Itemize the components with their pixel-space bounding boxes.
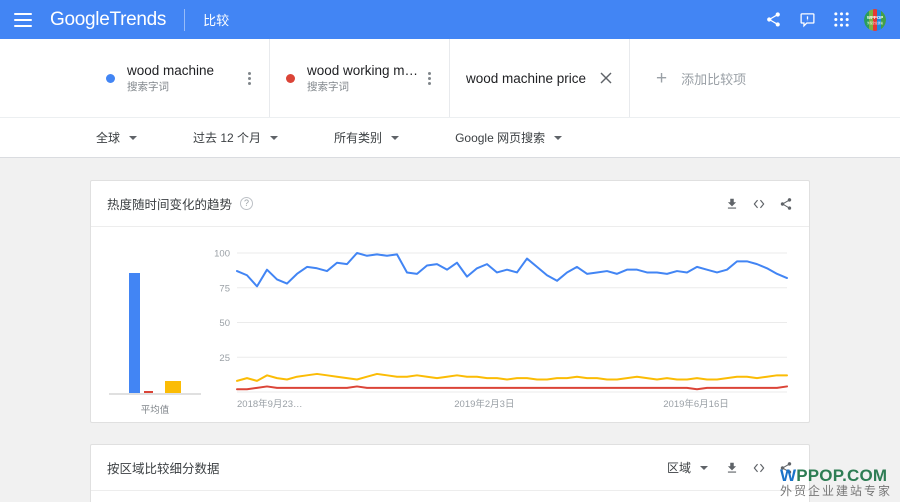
embed-code-icon[interactable]	[752, 461, 766, 475]
average-axis-line	[109, 393, 201, 395]
series-line	[236, 252, 788, 288]
header-divider	[184, 8, 186, 31]
term-color-dot	[286, 73, 295, 83]
term-subtitle: 搜索字词	[307, 80, 349, 93]
filter-bar: 全球 过去 12 个月 所有类别 Google 网页搜索	[0, 118, 900, 158]
term-title: wood machine	[127, 62, 215, 78]
term-title: wood working ma…	[307, 62, 421, 78]
compare-page-title: 比较	[203, 13, 230, 28]
interest-over-time-card: 热度随时间变化的趋势 ? 平均值 25 50 75 100 2018年9月23……	[90, 180, 810, 423]
series-line	[236, 372, 788, 382]
download-icon[interactable]	[725, 461, 739, 475]
app-header: GoogleTrends 比较 WPPOP 外贸企业建站	[0, 0, 900, 39]
plus-icon: +	[656, 67, 668, 89]
svg-text:100: 100	[214, 249, 230, 260]
term-options-menu-icon[interactable]	[241, 71, 257, 85]
chevron-down-icon	[554, 135, 563, 140]
help-icon[interactable]: ?	[240, 197, 254, 210]
filter-time-range-label: 过去 12 个月	[193, 131, 262, 145]
average-bars-plot	[107, 253, 203, 394]
term-card-3[interactable]	[450, 39, 630, 117]
filter-location-label: 全球	[96, 131, 121, 145]
share-icon[interactable]	[756, 3, 790, 37]
filter-category-label: 所有类别	[334, 131, 383, 145]
close-icon[interactable]	[597, 69, 615, 87]
region-breakdown-card: 按区域比较细分数据 区域 wood machinewood working ma…	[90, 444, 810, 502]
add-comparison-label: 添加比较项	[681, 71, 747, 87]
series-line	[236, 385, 788, 391]
apps-grid-icon[interactable]	[824, 3, 858, 37]
feedback-icon[interactable]	[790, 3, 824, 37]
share-icon[interactable]	[779, 461, 793, 475]
region-select[interactable]: 区域	[667, 459, 708, 476]
interest-card-title: 热度随时间变化的趋势	[107, 198, 233, 212]
add-comparison-button[interactable]: + 添加比较项	[630, 39, 900, 117]
term-options-menu-icon[interactable]	[421, 71, 437, 85]
average-caption: 平均值	[140, 405, 170, 416]
region-legend-row: wood machinewood working machinewood mac…	[91, 491, 809, 502]
brand-trends-text: Trends	[109, 8, 167, 30]
search-term-input[interactable]	[466, 70, 597, 86]
svg-text:25: 25	[219, 353, 230, 364]
brand-logo[interactable]: GoogleTrends	[50, 9, 166, 31]
term-card-2[interactable]: wood working ma… 搜索字词	[270, 39, 450, 117]
region-card-header: 按区域比较细分数据 区域	[91, 445, 809, 491]
filter-location[interactable]: 全球	[96, 129, 138, 146]
filter-time-range[interactable]: 过去 12 个月	[193, 129, 279, 146]
filter-search-type-label: Google 网页搜索	[455, 131, 546, 145]
share-icon[interactable]	[779, 197, 793, 211]
interest-card-header: 热度随时间变化的趋势 ?	[91, 181, 809, 227]
timeseries-plot: 25 50 75 100 2018年9月23… 2019年2月3日 2019年6月16日	[203, 245, 793, 422]
region-card-title: 按区域比较细分数据	[107, 462, 220, 476]
filter-search-type[interactable]: Google 网页搜索	[455, 129, 563, 146]
avatar[interactable]: WPPOP 外贸企业建站	[864, 8, 886, 31]
svg-text:2019年6月16日: 2019年6月16日	[663, 398, 728, 410]
main-content: 热度随时间变化的趋势 ? 平均值 25 50 75 100 2018年9月23……	[0, 158, 900, 502]
term-color-dot	[106, 73, 115, 83]
chevron-down-icon	[270, 135, 279, 140]
interest-chart: 平均值 25 50 75 100 2018年9月23… 2019年2月3日 2019年6月1…	[91, 227, 809, 422]
download-icon[interactable]	[725, 197, 739, 211]
chevron-down-icon	[129, 135, 138, 140]
svg-text:2019年2月3日: 2019年2月3日	[454, 398, 514, 410]
filter-category[interactable]: 所有类别	[334, 129, 400, 146]
svg-text:2018年9月23…: 2018年9月23…	[237, 398, 302, 410]
brand-google-text: Google	[50, 8, 110, 30]
search-terms-row: wood machine 搜索字词 wood working ma… 搜索字词 …	[0, 39, 900, 118]
embed-code-icon[interactable]	[752, 197, 766, 211]
term-card-1[interactable]: wood machine 搜索字词	[90, 39, 270, 117]
chevron-down-icon	[700, 465, 708, 470]
timeseries-svg: 25 50 75 100 2018年9月23… 2019年2月3日 2019年6月16日	[214, 249, 788, 410]
svg-text:外贸企业建站: 外贸企业建站	[867, 21, 883, 25]
average-bar	[129, 272, 140, 394]
region-select-label: 区域	[666, 461, 691, 475]
svg-text:75: 75	[219, 283, 230, 294]
term-subtitle: 搜索字词	[127, 80, 169, 93]
average-bars-panel: 平均值	[107, 245, 203, 422]
hamburger-menu-icon[interactable]	[14, 12, 32, 27]
svg-text:50: 50	[219, 318, 230, 329]
chevron-down-icon	[391, 135, 400, 140]
svg-text:WPPOP: WPPOP	[867, 15, 883, 20]
